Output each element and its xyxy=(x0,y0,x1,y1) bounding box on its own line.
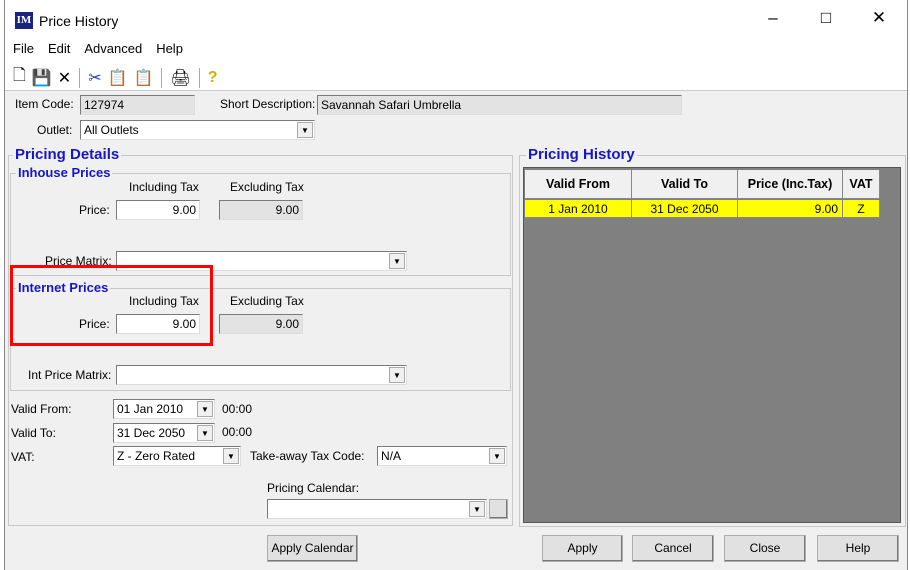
separator xyxy=(198,67,200,88)
annotation-highlight-box xyxy=(10,265,213,346)
chevron-down-icon[interactable]: ▼ xyxy=(389,367,405,383)
valid-to-time: 00:00 xyxy=(222,425,253,439)
outlet-label: Outlet: xyxy=(37,123,73,137)
valid-to-picker[interactable]: 31 Dec 2050 ▼ xyxy=(113,423,215,443)
chevron-down-icon[interactable]: ▼ xyxy=(297,122,313,138)
takeaway-tax-code-select[interactable]: N/A ▼ xyxy=(377,446,507,466)
int-price-matrix-select[interactable]: ▼ xyxy=(116,365,407,385)
menu-edit[interactable]: Edit xyxy=(48,41,70,56)
inhouse-price-incl-input[interactable]: 9.00 xyxy=(116,200,200,220)
valid-to-value: 31 Dec 2050 xyxy=(117,426,186,440)
help-button[interactable]: Help xyxy=(817,535,899,562)
table-row-vat[interactable]: Z xyxy=(843,200,880,218)
copy-icon[interactable]: 📋 xyxy=(108,68,128,88)
valid-from-time: 00:00 xyxy=(222,402,253,416)
maximize-button[interactable]: □ xyxy=(811,8,841,28)
including-tax-label: Including Tax xyxy=(129,180,199,194)
outlet-value: All Outlets xyxy=(84,123,139,137)
inhouse-price-excl-field: 9.00 xyxy=(219,200,303,220)
table-row-valid-from[interactable]: 1 Jan 2010 xyxy=(525,200,632,218)
menu-help[interactable]: Help xyxy=(156,41,183,56)
toolbar: 🗋 💾 ✕ ✂ 📋 📋 🖨 ? xyxy=(13,64,218,91)
excluding-tax-label: Excluding Tax xyxy=(230,180,304,194)
valid-from-picker[interactable]: 01 Jan 2010 ▼ xyxy=(113,399,215,419)
chevron-down-icon[interactable]: ▼ xyxy=(223,448,239,464)
valid-from-label: Valid From: xyxy=(11,402,72,416)
takeaway-tax-code-value: N/A xyxy=(381,449,402,463)
window-title: Price History xyxy=(39,12,119,29)
takeaway-tax-code-label: Take-away Tax Code: xyxy=(250,449,365,463)
chevron-down-icon[interactable]: ▼ xyxy=(489,448,505,464)
short-description-label: Short Description: xyxy=(220,97,316,111)
pricing-calendar-select[interactable]: ▼ xyxy=(267,499,487,519)
pricing-calendar-label: Pricing Calendar: xyxy=(267,481,360,495)
menu-advanced[interactable]: Advanced xyxy=(84,41,142,56)
vat-label: VAT: xyxy=(11,450,35,464)
vat-select[interactable]: Z - Zero Rated ▼ xyxy=(113,446,241,466)
table-row-valid-to[interactable]: 31 Dec 2050 xyxy=(632,200,738,218)
pricing-details-title: Pricing Details xyxy=(13,146,122,163)
title-bar: IM Price History xyxy=(15,12,118,29)
print-icon[interactable]: 🖨 xyxy=(170,68,190,88)
column-header-valid-to[interactable]: Valid To xyxy=(632,170,738,199)
outlet-select[interactable]: All Outlets ▼ xyxy=(80,120,315,140)
table-row-price[interactable]: 9.00 xyxy=(738,200,843,218)
column-header-valid-from[interactable]: Valid From xyxy=(525,170,632,199)
valid-to-label: Valid To: xyxy=(11,426,56,440)
pricing-history-title: Pricing History xyxy=(526,146,637,163)
internet-price-excl-field: 9.00 xyxy=(219,314,303,334)
close-button[interactable]: Close xyxy=(724,535,806,562)
vat-value: Z - Zero Rated xyxy=(117,449,196,463)
column-header-price[interactable]: Price (Inc.Tax) xyxy=(738,170,843,199)
save-icon[interactable]: 💾 xyxy=(32,68,52,88)
valid-from-value: 01 Jan 2010 xyxy=(117,402,184,416)
pricing-calendar-browse-button[interactable] xyxy=(489,499,508,519)
cut-icon[interactable]: ✂ xyxy=(88,68,101,88)
close-window-button[interactable]: ✕ xyxy=(864,8,894,28)
item-code-field: 127974 xyxy=(80,95,195,115)
column-header-vat[interactable]: VAT xyxy=(843,170,880,199)
item-code-label: Item Code: xyxy=(15,97,74,111)
chevron-down-icon[interactable]: ▼ xyxy=(389,253,405,269)
separator xyxy=(79,67,81,88)
chevron-down-icon[interactable]: ▼ xyxy=(469,501,485,517)
int-price-matrix-label: Int Price Matrix: xyxy=(28,368,112,382)
short-description-field: Savannah Safari Umbrella xyxy=(317,95,682,115)
inhouse-prices-title: Inhouse Prices xyxy=(16,165,113,180)
new-icon[interactable]: 🗋 xyxy=(13,64,26,91)
apply-calendar-button[interactable]: Apply Calendar xyxy=(267,535,358,562)
app-logo-icon: IM xyxy=(15,12,33,29)
chevron-down-icon[interactable]: ▼ xyxy=(197,401,213,417)
cancel-button[interactable]: Cancel xyxy=(632,535,714,562)
price-label: Price: xyxy=(79,203,110,217)
paste-icon[interactable]: 📋 xyxy=(134,68,154,88)
pricing-history-table: Valid From Valid To Price (Inc.Tax) VAT … xyxy=(523,167,901,523)
chevron-down-icon[interactable]: ▼ xyxy=(197,425,213,441)
minimize-button[interactable]: – xyxy=(758,8,788,28)
separator xyxy=(161,67,163,88)
menu-file[interactable]: File xyxy=(13,41,34,56)
menu-bar: File Edit Advanced Help xyxy=(13,41,183,56)
excluding-tax-label: Excluding Tax xyxy=(230,294,304,308)
apply-button[interactable]: Apply xyxy=(542,535,623,562)
delete-icon[interactable]: ✕ xyxy=(58,68,71,88)
help-icon[interactable]: ? xyxy=(208,69,218,87)
